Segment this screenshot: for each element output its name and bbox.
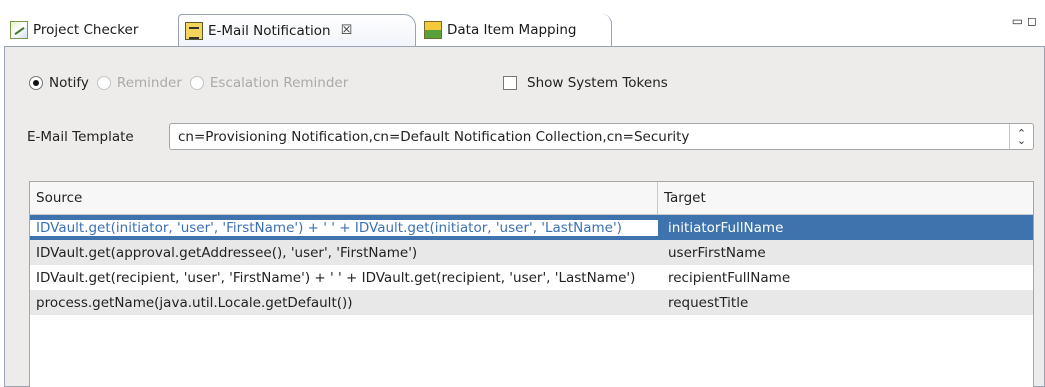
email-template-label: E-Mail Template [27, 129, 134, 145]
radio-button[interactable] [96, 76, 111, 90]
mapping-table: Source Target IDVault.get(initiator, 'us… [29, 181, 1034, 387]
radio-label: Escalation Reminder [209, 75, 349, 91]
up-down-arrow-icon[interactable]: ⌃ ⌄ [1009, 124, 1033, 149]
email-template-select[interactable]: cn=Provisioning Notification,cn=Default … [169, 123, 1034, 150]
source-cell[interactable]: IDVault.get(initiator, 'user', 'FirstNam… [30, 219, 658, 236]
source-cell[interactable]: process.getName(java.util.Locale.getDefa… [30, 295, 658, 311]
table-row[interactable]: IDVault.get(recipient, 'user', 'FirstNam… [30, 265, 1033, 290]
checkbox-label: Show System Tokens [527, 75, 668, 91]
radio-label: Reminder [116, 75, 182, 91]
tab-label: Data Item Mapping [447, 22, 577, 38]
table-row[interactable]: IDVault.get(approval.getAddressee(), 'us… [30, 240, 1033, 265]
radio-escalation-reminder[interactable]: Escalation Reminder [189, 75, 349, 91]
target-cell[interactable]: requestTitle [658, 295, 1033, 311]
close-tab-icon[interactable]: ☒ [341, 23, 353, 38]
notification-type-group: Notify Reminder Escalation Reminder [29, 75, 356, 91]
radio-button[interactable] [29, 76, 43, 90]
column-header-source[interactable]: Source [30, 182, 658, 214]
table-row[interactable]: process.getName(java.util.Locale.getDefa… [30, 290, 1033, 315]
window-controls: ▭◻ [1012, 14, 1041, 28]
target-cell[interactable]: userFirstName [658, 245, 1033, 261]
table-header: Source Target [30, 182, 1033, 215]
tab-data-item-mapping[interactable]: Data Item Mapping [418, 14, 612, 46]
radio-button[interactable] [189, 76, 204, 90]
source-cell[interactable]: IDVault.get(recipient, 'user', 'FirstNam… [30, 270, 658, 286]
data-item-mapping-icon [424, 21, 442, 39]
tab-label: E-Mail Notification [208, 22, 331, 39]
radio-notify[interactable]: Notify [29, 75, 89, 91]
tab-project-checker[interactable]: Project Checker [4, 14, 176, 46]
email-template-value: cn=Provisioning Notification,cn=Default … [178, 128, 690, 145]
email-notification-icon [185, 21, 203, 40]
email-notification-panel: Notify Reminder Escalation Reminder Show… [4, 46, 1045, 387]
source-cell[interactable]: IDVault.get(approval.getAddressee(), 'us… [30, 245, 658, 261]
editor-tab-strip: Project Checker E-Mail Notification ☒ Da… [0, 0, 1045, 46]
radio-reminder[interactable]: Reminder [96, 75, 182, 91]
table-row[interactable]: IDVault.get(initiator, 'user', 'FirstNam… [30, 215, 1033, 240]
checkbox-box[interactable] [503, 76, 517, 90]
minimize-icon[interactable]: ▭ [1012, 14, 1027, 28]
target-cell[interactable]: initiatorFullName [658, 220, 1033, 236]
tab-email-notification[interactable]: E-Mail Notification ☒ [178, 14, 416, 46]
tab-label: Project Checker [33, 22, 139, 38]
project-checker-icon [10, 21, 28, 39]
show-system-tokens-checkbox[interactable]: Show System Tokens [503, 75, 668, 91]
target-cell[interactable]: recipientFullName [658, 270, 1033, 286]
radio-label: Notify [49, 75, 89, 91]
maximize-icon[interactable]: ◻ [1027, 14, 1041, 28]
column-header-target[interactable]: Target [658, 182, 1033, 214]
